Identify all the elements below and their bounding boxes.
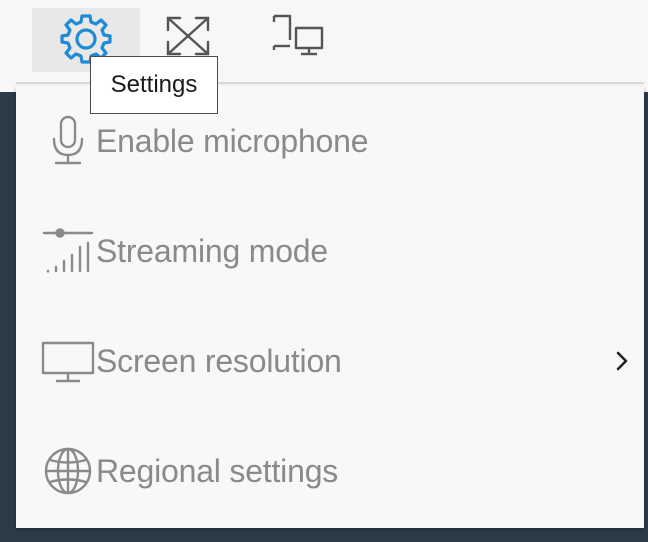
monitor-icon bbox=[40, 333, 96, 389]
app-background-right bbox=[644, 92, 648, 542]
menu-item-label: Screen resolution bbox=[96, 342, 342, 379]
globe-icon bbox=[40, 443, 96, 499]
display-switch-icon bbox=[266, 10, 330, 67]
menu-item-label: Streaming mode bbox=[96, 232, 328, 269]
chevron-right-icon bbox=[614, 306, 630, 416]
menu-item-streaming-mode[interactable]: Streaming mode bbox=[16, 196, 644, 306]
menu-item-label: Enable microphone bbox=[96, 122, 369, 159]
menu-item-screen-resolution[interactable]: Screen resolution bbox=[16, 306, 644, 416]
settings-menu: Enable microphone Streaming mode Screen … bbox=[16, 86, 644, 528]
display-switch-button[interactable] bbox=[262, 8, 334, 68]
settings-tooltip: Settings bbox=[90, 56, 218, 114]
signal-bars-icon bbox=[40, 223, 96, 279]
menu-item-label: Regional settings bbox=[96, 452, 339, 489]
app-background-left bbox=[0, 92, 16, 542]
microphone-icon bbox=[40, 113, 96, 169]
app-background-bottom bbox=[0, 528, 648, 542]
menu-item-regional-settings[interactable]: Regional settings bbox=[16, 416, 644, 526]
